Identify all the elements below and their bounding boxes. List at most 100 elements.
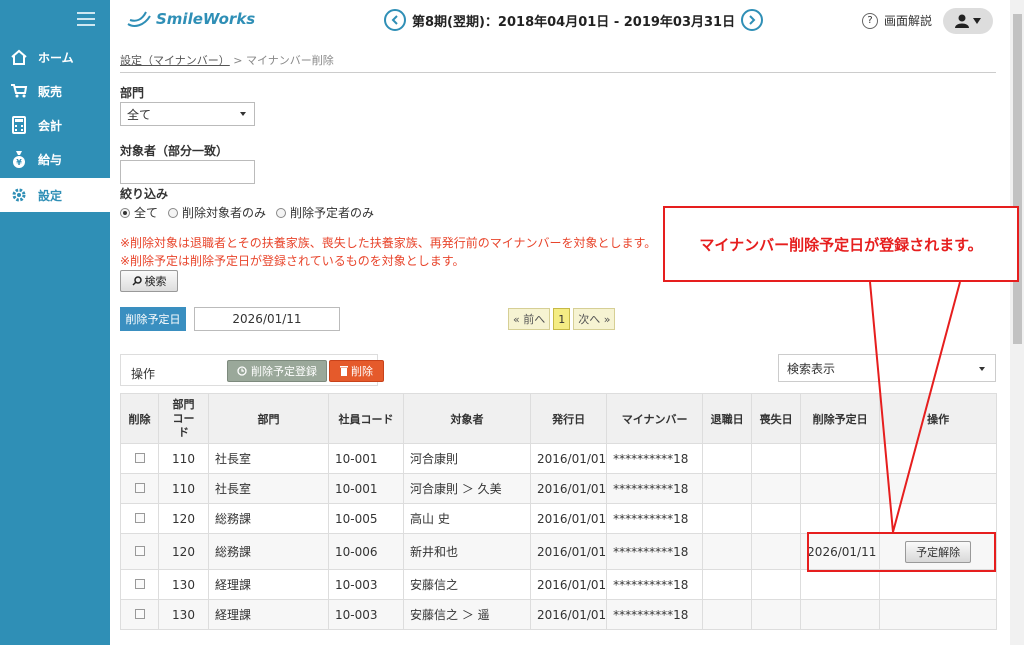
cell-action [879,599,997,630]
prev-period-button[interactable] [384,9,406,31]
sidebar-item-label: 給与 [38,152,63,167]
radio-scheduled[interactable]: 削除予定者のみ [276,204,374,221]
cell-checkbox [120,569,159,600]
cell-emp-code: 10-001 [328,473,404,504]
search-button-label: 検索 [144,275,167,288]
operations-label: 操作 [131,367,156,381]
row-checkbox[interactable] [134,578,145,589]
row-checkbox[interactable] [134,512,145,523]
cell-retire [702,503,753,534]
col-header: 対象者 [403,393,531,444]
search-icon [131,276,142,286]
radio-delete-targets[interactable]: 削除対象者のみ [168,204,266,221]
register-button-label: 削除予定登録 [251,365,317,378]
cell-name: 高山 史 [403,503,531,534]
caret-down-icon [240,112,246,116]
cell-loss [751,599,802,630]
delete-button-label: 削除 [351,365,373,378]
row-checkbox[interactable] [134,482,145,493]
search-button[interactable]: 検索 [120,270,178,292]
sidebar-item-label: ホーム [38,50,74,65]
period-label: 第8期(翌期)：2018年04月01日 - 2019年03月31日 [412,14,736,30]
trash-icon [340,366,348,376]
col-header: 操作 [879,393,997,444]
view-select[interactable]: 検索表示 [778,354,996,382]
calculator-icon [10,116,28,134]
col-header: マイナンバー [606,393,704,444]
row-checkbox[interactable] [134,608,145,619]
cell-dept: 経理課 [208,569,329,600]
help-link[interactable]: ? 画面解説 [862,12,932,29]
cell-checkbox [120,533,159,570]
filter-radio-group: 全て 削除対象者のみ 削除予定者のみ [120,204,384,221]
pager-page[interactable]: 1 [553,308,571,330]
logo-mark-icon [127,11,151,27]
cell-mynumber: **********18 [606,533,704,570]
cell-name: 安藤信之 [403,569,531,600]
cell-loss [751,533,802,570]
cell-issued: 2016/01/01 [529,473,608,504]
cell-emp-code: 10-001 [328,443,404,474]
breadcrumb-separator: > [233,54,243,67]
table-row: 110 社長室 10-001 河合康則 2016/01/01 **********18 [120,443,997,474]
annotation-callout: マイナンバー削除予定日が登録されます。 [663,206,1019,282]
table-row: 110 社長室 10-001 河合康則 ＞ 久美 2016/01/01 *********… [120,473,997,504]
row-checkbox[interactable] [134,452,145,463]
gear-icon [10,186,28,204]
sidebar-item-payroll[interactable]: ¥ 給与 [0,142,110,176]
cell-issued: 2016/01/01 [529,569,608,600]
cell-retire [702,533,753,570]
cell-dept-code: 120 [158,503,209,534]
cell-retire [702,599,753,630]
user-menu-button[interactable] [943,8,993,34]
department-select[interactable]: 全て [120,102,255,126]
cell-loss [751,569,802,600]
radio-button[interactable] [120,207,130,218]
logo-text: SmileWorks [156,10,256,28]
home-icon [10,48,28,66]
cell-dept-code: 120 [158,533,209,570]
sidebar-item-label: 設定 [38,188,63,203]
money-bag-icon: ¥ [10,150,28,168]
department-select-value: 全て [127,107,152,122]
cell-issued: 2016/01/01 [529,443,608,474]
pager-prev[interactable]: « 前へ [508,308,551,330]
scheduled-date-input[interactable]: 2026/01/11 [194,307,340,331]
radio-button[interactable] [276,207,287,218]
sidebar-item-label: 会計 [38,118,63,133]
cell-checkbox [120,443,159,474]
cell-action [879,503,997,534]
pager-next[interactable]: 次へ » [573,308,616,330]
sidebar-item-sales[interactable]: 販売 [0,74,110,108]
cell-dept: 総務課 [208,503,329,534]
radio-button[interactable] [168,207,179,218]
breadcrumb-parent-link[interactable]: 設定（マイナンバー） [120,54,230,67]
cell-emp-code: 10-003 [328,569,404,600]
view-select-value: 検索表示 [787,361,836,376]
cell-loss [751,443,802,474]
cell-issued: 2016/01/01 [529,599,608,630]
cell-mynumber: **********18 [606,569,704,600]
smileworks-logo[interactable]: SmileWorks [126,10,255,28]
row-checkbox[interactable] [134,545,145,556]
cell-dept: 社長室 [208,473,329,504]
sidebar-item-accounting[interactable]: 会計 [0,108,110,142]
sidebar-item-settings[interactable]: 設定 [0,178,110,212]
delete-button[interactable]: 削除 [329,360,384,382]
pagination: « 前へ 1 次へ » [508,308,616,330]
cell-issued: 2016/01/01 [529,503,608,534]
register-schedule-button[interactable]: 削除予定登録 [227,360,327,382]
target-input[interactable] [120,160,255,184]
breadcrumb-current: マイナンバー削除 [246,54,334,67]
radio-all[interactable]: 全て [120,204,158,221]
target-label: 対象者（部分一致） [120,144,229,158]
col-header: 社員コード [328,393,404,444]
question-icon: ? [862,12,878,29]
sidebar-item-home[interactable]: ホーム [0,40,110,74]
cell-dept-code: 130 [158,599,209,630]
scrollbar-thumb[interactable] [1013,14,1022,344]
next-period-button[interactable] [741,9,764,31]
cell-name: 河合康則 [403,443,531,474]
cell-emp-code: 10-006 [328,533,404,570]
hamburger-menu-icon[interactable] [77,12,95,26]
